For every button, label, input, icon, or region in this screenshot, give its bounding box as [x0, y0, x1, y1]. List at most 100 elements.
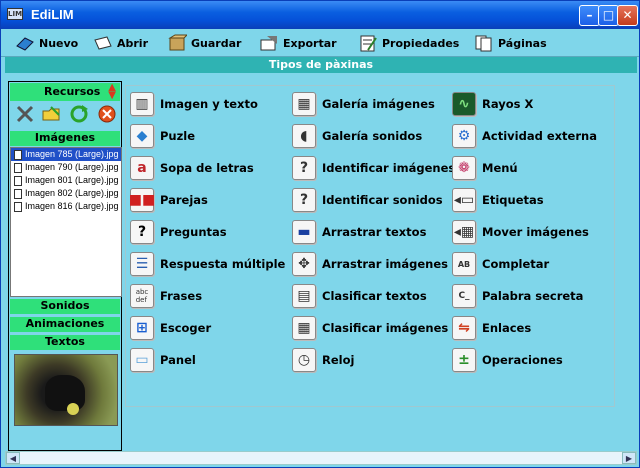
scroll-right-icon[interactable]: ▶	[622, 452, 636, 464]
page-type-pairs[interactable]: ■■ Parejas	[129, 185, 208, 215]
page-type-label: Operaciones	[482, 353, 563, 367]
page-type-clock[interactable]: ◷ Reloj	[292, 345, 354, 375]
pages-label: Páginas	[498, 36, 547, 50]
export-button[interactable]: Exportar	[259, 32, 337, 54]
page-type-label: Panel	[160, 353, 196, 367]
close-button[interactable]: ✕	[617, 5, 638, 26]
page-type-label: Etiquetas	[482, 193, 544, 207]
page-type-menu[interactable]: ❁ Menú	[452, 153, 518, 183]
minimize-button[interactable]: –	[579, 5, 600, 26]
page-type-label: Completar	[482, 257, 550, 271]
file-item[interactable]: Imagen 802 (Large).jpg	[11, 187, 121, 200]
complete-icon: AB	[452, 252, 476, 276]
scroll-left-icon[interactable]: ◀	[6, 452, 20, 464]
page-type-label: Arrastrar imágenes	[322, 257, 449, 271]
page-type-questions[interactable]: ? Preguntas	[130, 217, 227, 247]
file-item[interactable]: Imagen 790 (Large).jpg	[11, 161, 121, 174]
page-type-choose[interactable]: ⊞ Escoger	[130, 313, 211, 343]
open-icon	[93, 34, 113, 52]
new-button[interactable]: Nuevo	[15, 32, 78, 54]
image-gallery-icon: ▦	[292, 92, 316, 116]
page-types-panel: ▥ Imagen y texto ◆ Puzle a Sopa de letras ■…	[125, 85, 615, 407]
gear-icon: ⚙	[452, 124, 476, 148]
links-icon: ⇋	[452, 316, 476, 340]
page-type-label: Clasificar imágenes	[322, 321, 449, 335]
page-type-label: Rayos X	[482, 97, 534, 111]
file-item[interactable]: Imagen 785 (Large).jpg	[11, 148, 121, 161]
horizontal-scrollbar[interactable]: ◀ ▶	[5, 451, 637, 465]
page-type-panel[interactable]: ▭ Panel	[130, 345, 196, 375]
page-type-identify-sounds[interactable]: ? Identificar sonidos	[292, 185, 443, 215]
maximize-button[interactable]: □	[598, 5, 619, 26]
page-type-word-search[interactable]: a Sopa de letras	[130, 153, 254, 183]
page-type-classify-texts[interactable]: ▤ Clasificar textos	[292, 281, 427, 311]
page-type-phrases[interactable]: abc def Frases	[130, 281, 202, 311]
word-search-icon: a	[130, 156, 154, 180]
page-type-classify-images[interactable]: ▦ Clasificar imágenes	[292, 313, 448, 343]
page-type-label: Respuesta múltiple	[160, 257, 286, 271]
page-type-move-images[interactable]: ◂▦ Mover imágenes	[452, 217, 589, 247]
app-window: LIM EdiLIM – □ ✕ Nuevo Abrir Guardar Exp…	[0, 0, 640, 468]
file-name: Imagen 802 (Large).jpg	[25, 188, 119, 198]
save-icon	[167, 34, 189, 52]
export-icon	[259, 34, 279, 52]
speaker-icon: ◖	[292, 124, 316, 148]
resources-header-label: Recursos	[44, 85, 101, 98]
dog-image-shape	[45, 375, 85, 411]
file-item[interactable]: Imagen 816 (Large).jpg	[11, 200, 121, 213]
page-type-sound-gallery[interactable]: ◖ Galería sonidos	[292, 121, 422, 151]
page-type-label: Identificar sonidos	[322, 193, 443, 207]
page-type-label: Sopa de letras	[160, 161, 254, 175]
title-bar: LIM EdiLIM – □ ✕	[1, 1, 639, 29]
category-images[interactable]: Imágenes	[10, 131, 120, 146]
page-type-label: Menú	[482, 161, 518, 175]
image-text-icon: ▥	[130, 92, 154, 116]
file-item[interactable]: Imagen 801 (Large).jpg	[11, 174, 121, 187]
page-type-drag-texts[interactable]: ▬ Arrastrar textos	[292, 217, 426, 247]
identify-sound-icon: ?	[292, 188, 316, 212]
grid-icon: ⊞	[130, 316, 154, 340]
category-texts[interactable]: Textos	[10, 335, 120, 350]
xray-icon: ∿	[452, 92, 476, 116]
file-icon	[14, 149, 22, 160]
properties-button[interactable]: Propiedades	[358, 32, 459, 54]
page-type-image-gallery[interactable]: ▦ Galería imágenes	[292, 89, 435, 119]
page-type-image-text[interactable]: ▥ Imagen y texto	[130, 89, 258, 119]
updown-arrows-icon[interactable]: ▲ ▼	[108, 83, 116, 101]
secret-word-icon: C_	[452, 284, 476, 308]
resources-toolbar	[13, 104, 119, 128]
file-list[interactable]: Imagen 785 (Large).jpg Imagen 790 (Large…	[10, 147, 122, 297]
page-type-drag-images[interactable]: ✥ Arrastrar imágenes	[292, 249, 448, 279]
section-title: Tipos de pàxinas	[5, 57, 637, 73]
page-type-complete[interactable]: AB Completar	[452, 249, 549, 279]
pages-button[interactable]: Páginas	[474, 32, 547, 54]
page-type-external-activity[interactable]: ⚙ Actividad externa	[452, 121, 597, 151]
refresh-icon[interactable]	[69, 104, 89, 124]
page-type-links[interactable]: ⇋ Enlaces	[452, 313, 531, 343]
page-type-operations[interactable]: ± Operaciones	[452, 345, 563, 375]
file-name: Imagen 790 (Large).jpg	[25, 162, 119, 172]
open-label: Abrir	[117, 36, 149, 50]
page-type-labels[interactable]: ◂▭ Etiquetas	[452, 185, 544, 215]
page-type-label: Mover imágenes	[482, 225, 589, 239]
category-sounds[interactable]: Sonidos	[10, 299, 120, 314]
new-label: Nuevo	[39, 36, 79, 50]
resources-header[interactable]: Recursos ▲ ▼	[10, 83, 120, 101]
page-type-label: Clasificar textos	[322, 289, 427, 303]
open-folder-icon[interactable]	[41, 104, 61, 124]
category-animations[interactable]: Animaciones	[10, 317, 120, 332]
page-type-identify-images[interactable]: ? Identificar imágenes	[292, 153, 455, 183]
file-icon	[14, 175, 22, 186]
delete-icon[interactable]	[97, 104, 117, 124]
page-type-secret-word[interactable]: C_ Palabra secreta	[452, 281, 583, 311]
tools-icon[interactable]	[15, 104, 35, 124]
page-type-label: Parejas	[160, 193, 208, 207]
file-icon	[14, 201, 22, 212]
page-type-xray[interactable]: ∿ Rayos X	[452, 89, 533, 119]
page-type-multiple-choice[interactable]: ☰ Respuesta múltiple	[130, 249, 285, 279]
save-button[interactable]: Guardar	[167, 32, 241, 54]
page-type-label: Frases	[160, 289, 203, 303]
open-button[interactable]: Abrir	[93, 32, 148, 54]
page-type-puzzle[interactable]: ◆ Puzle	[130, 121, 195, 151]
page-type-label: Imagen y texto	[160, 97, 258, 111]
